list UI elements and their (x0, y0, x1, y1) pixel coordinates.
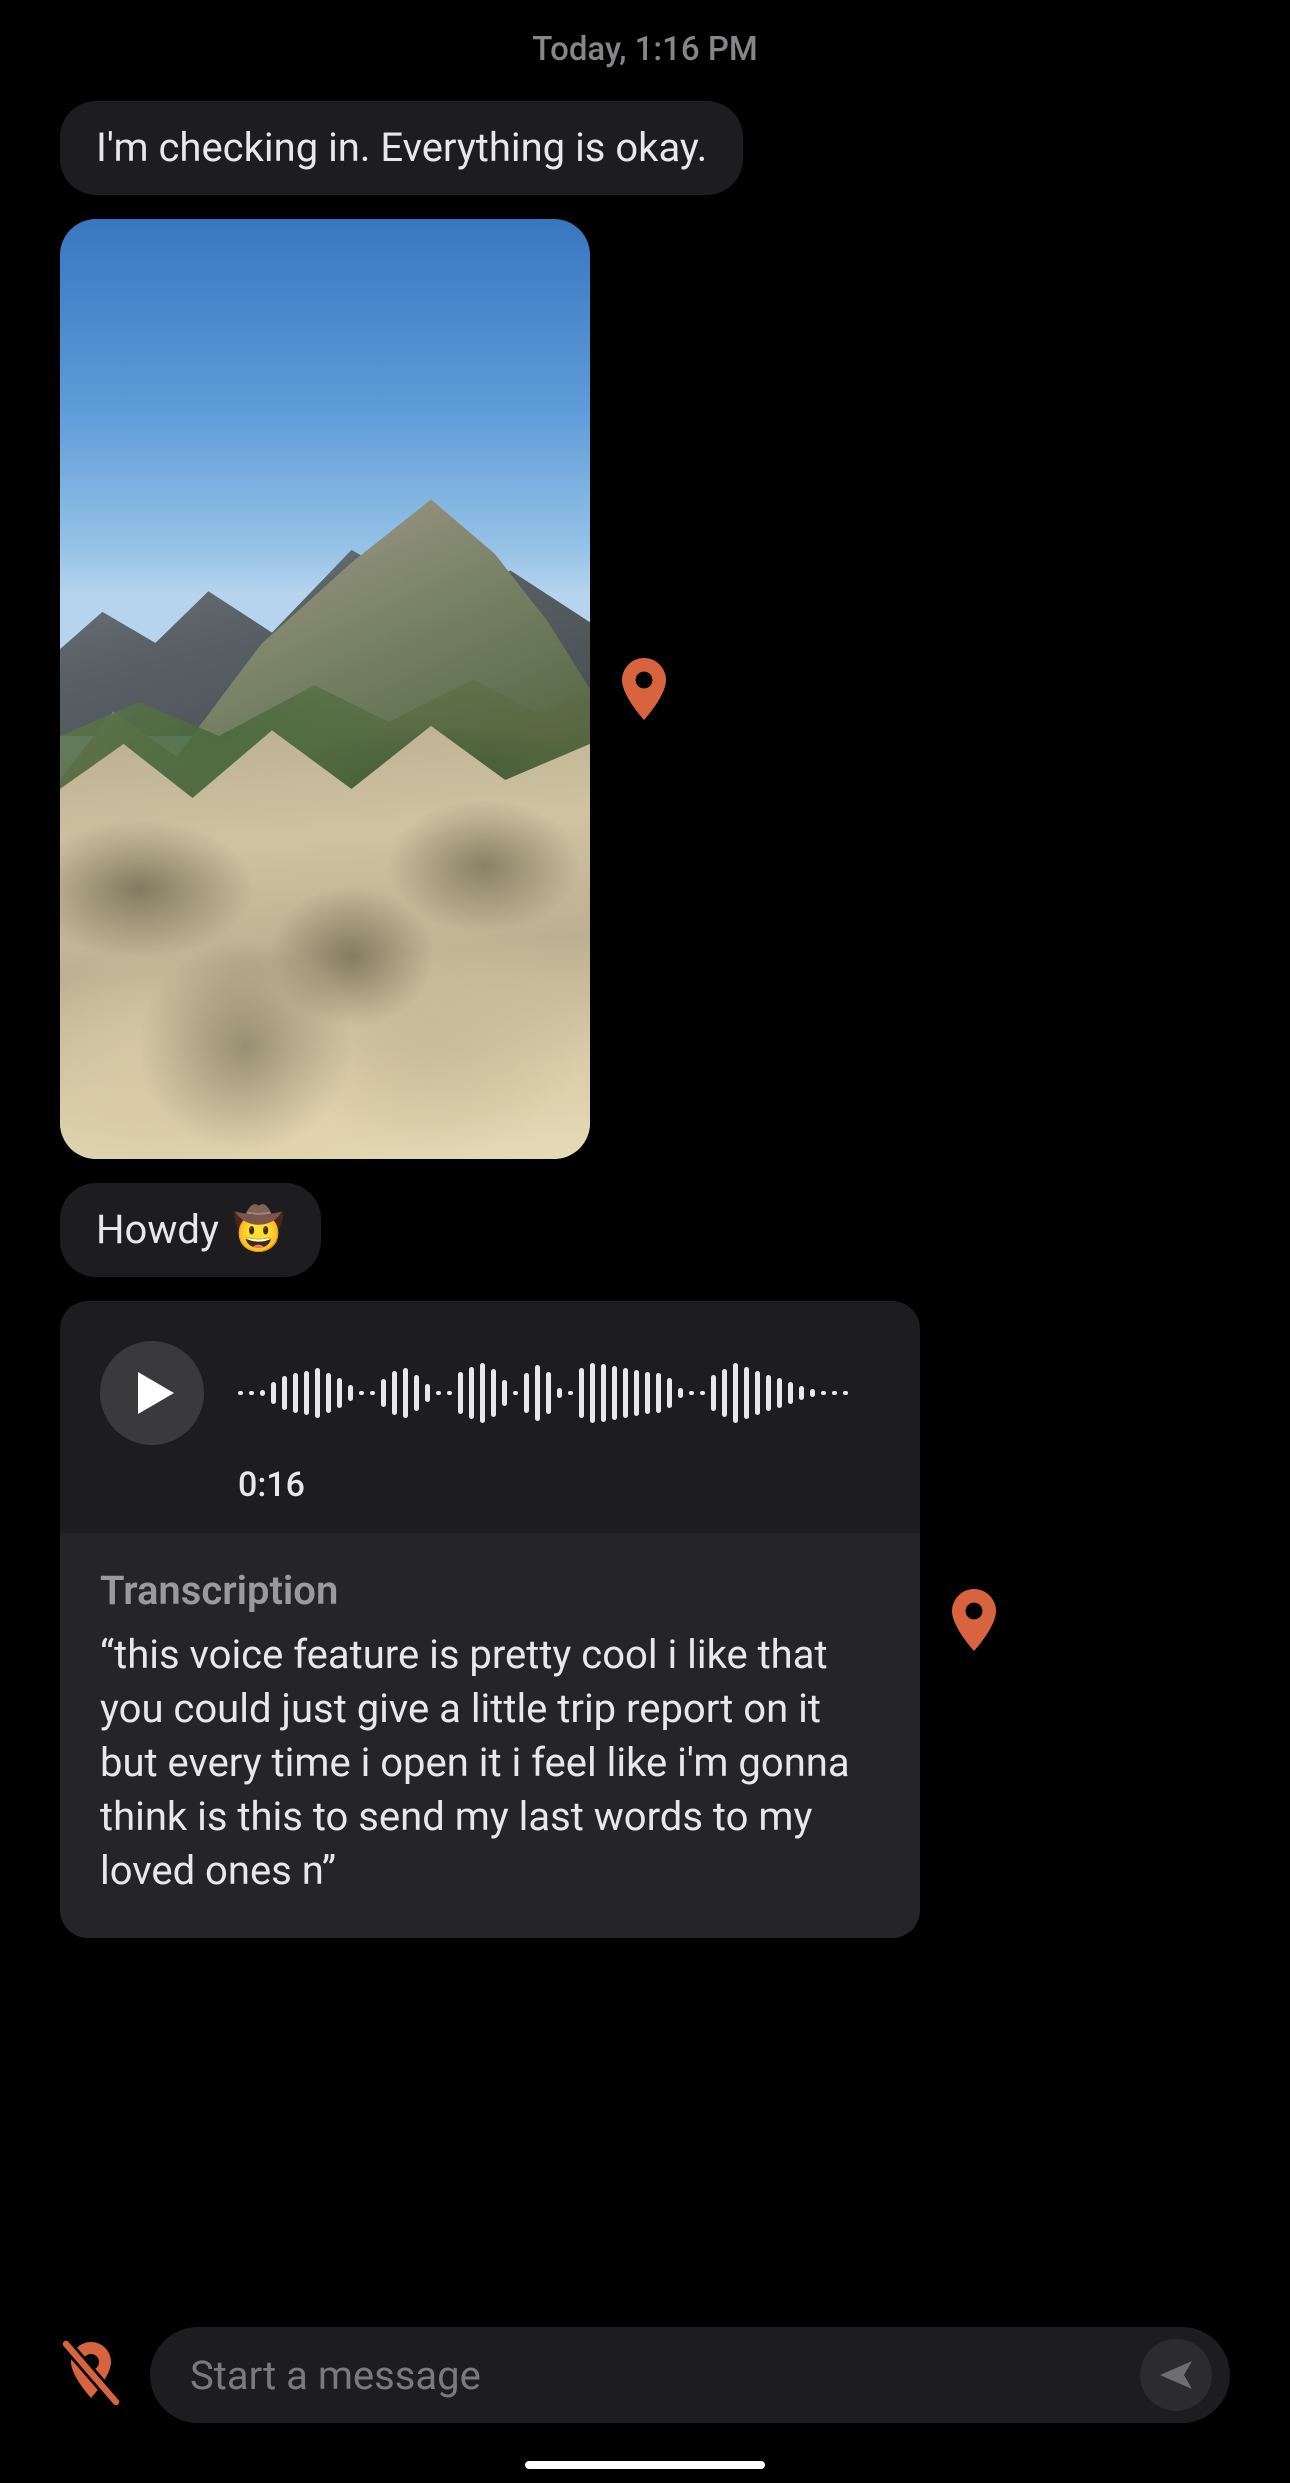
waveform-bar (667, 1378, 672, 1408)
waveform-bar (249, 1391, 254, 1395)
waveform-bar (458, 1372, 463, 1414)
message-text: Howdy (96, 1205, 219, 1255)
location-pin-icon[interactable] (950, 1589, 998, 1651)
waveform-bar (513, 1391, 518, 1395)
message-input[interactable]: Start a message (150, 2327, 1230, 2423)
waveform-bar (260, 1390, 265, 1396)
waveform-bar (678, 1388, 683, 1398)
waveform-bar (744, 1367, 749, 1419)
photo-message-row (60, 219, 1230, 1159)
message-text: I'm checking in. Everything is okay. (96, 123, 707, 173)
waveform-bar (436, 1391, 441, 1395)
waveform-bar (414, 1375, 419, 1411)
waveform-bar (568, 1391, 573, 1395)
waveform-bar (491, 1369, 496, 1417)
waveform-bar (359, 1391, 364, 1395)
voice-player: 0:16 (60, 1301, 920, 1533)
waveform-bar (293, 1373, 298, 1413)
waveform-bar (282, 1376, 287, 1410)
waveform-bar (469, 1367, 474, 1419)
waveform-bar (799, 1386, 804, 1400)
waveform-bar (348, 1385, 353, 1401)
waveform-bar (326, 1373, 331, 1413)
chat-thread: Today, 1:16 PM I'm checking in. Everythi… (0, 0, 1290, 1938)
waveform-bar (590, 1363, 595, 1423)
waveform-bar (579, 1368, 584, 1418)
waveform-bar (425, 1384, 430, 1402)
waveform-bar (645, 1372, 650, 1414)
home-indicator[interactable] (525, 2461, 765, 2469)
voice-duration: 0:16 (238, 1465, 880, 1505)
waveform-bar (810, 1389, 815, 1397)
waveform[interactable] (238, 1353, 848, 1433)
waveform-bar (689, 1391, 694, 1395)
play-icon (136, 1370, 176, 1416)
location-off-icon[interactable] (60, 2338, 122, 2412)
waveform-bar (535, 1365, 540, 1421)
waveform-bar (502, 1380, 507, 1406)
transcription-label: Transcription (100, 1567, 880, 1614)
waveform-bar (700, 1391, 705, 1395)
message-bubble-howdy[interactable]: Howdy 🤠 (60, 1183, 321, 1277)
waveform-bar (238, 1391, 243, 1395)
voice-message-card[interactable]: 0:16 Transcription “this voice feature i… (60, 1301, 920, 1938)
send-button[interactable] (1140, 2339, 1212, 2411)
photo-rock-shadows (60, 708, 590, 1159)
message-input-bar: Start a message (0, 2327, 1290, 2423)
day-timestamp: Today, 1:16 PM (60, 30, 1230, 69)
waveform-bar (656, 1373, 661, 1413)
waveform-bar (546, 1372, 551, 1414)
waveform-bar (337, 1378, 342, 1408)
waveform-bar (601, 1364, 606, 1422)
waveform-bar (623, 1368, 628, 1418)
waveform-bar (843, 1391, 848, 1395)
waveform-bar (524, 1373, 529, 1413)
transcription-text: “this voice feature is pretty cool i lik… (100, 1628, 880, 1898)
waveform-bar (711, 1375, 716, 1411)
waveform-bar (392, 1371, 397, 1415)
waveform-bar (447, 1391, 452, 1395)
waveform-bar (315, 1368, 320, 1418)
waveform-bar (381, 1379, 386, 1407)
waveform-bar (612, 1366, 617, 1420)
play-button[interactable] (100, 1341, 204, 1445)
waveform-bar (755, 1371, 760, 1415)
waveform-bar (821, 1391, 826, 1395)
waveform-bar (722, 1369, 727, 1417)
waveform-bar (832, 1391, 837, 1395)
waveform-bar (271, 1382, 276, 1404)
location-pin-icon[interactable] (620, 658, 668, 720)
input-placeholder: Start a message (190, 2352, 481, 2399)
waveform-bar (403, 1368, 408, 1418)
waveform-bar (788, 1382, 793, 1404)
waveform-bar (480, 1363, 485, 1423)
voice-message-row: 0:16 Transcription “this voice feature i… (60, 1301, 1230, 1938)
message-bubble-checkin[interactable]: I'm checking in. Everything is okay. (60, 101, 743, 195)
waveform-bar (777, 1378, 782, 1408)
waveform-bar (733, 1363, 738, 1423)
waveform-bar (766, 1375, 771, 1411)
waveform-bar (634, 1370, 639, 1416)
photo-attachment[interactable] (60, 219, 590, 1159)
send-icon (1156, 2355, 1196, 2395)
waveform-bar (370, 1391, 375, 1395)
waveform-bar (304, 1371, 309, 1415)
waveform-bar (557, 1388, 562, 1398)
cowboy-emoji-icon: 🤠 (233, 1209, 285, 1251)
transcription-panel: Transcription “this voice feature is pre… (60, 1533, 920, 1938)
